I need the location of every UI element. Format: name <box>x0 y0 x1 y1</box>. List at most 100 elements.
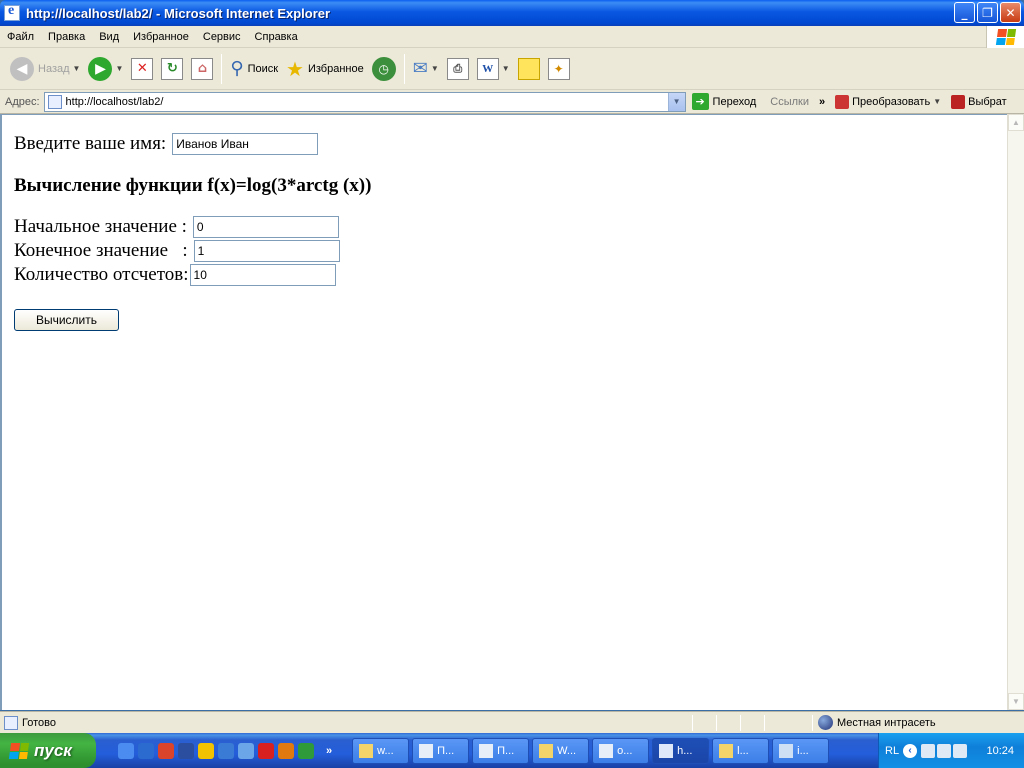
maximize-button[interactable]: ❐ <box>977 2 998 23</box>
favorites-button[interactable]: ★ Избранное <box>282 52 368 86</box>
address-label: Адрес: <box>5 95 40 108</box>
tray-expand-icon[interactable]: ‹ <box>903 743 918 758</box>
language-indicator[interactable]: RL <box>885 745 899 757</box>
firefox-quicklaunch-icon[interactable] <box>278 742 294 759</box>
address-bar: Адрес: http://localhost/lab2/ ▼ ➔ Перехо… <box>0 90 1024 114</box>
toolbar-separator <box>221 53 223 84</box>
start-value-input[interactable]: 0 <box>192 216 339 238</box>
address-dropdown-icon[interactable]: ▼ <box>667 92 685 111</box>
convert-button[interactable]: Преобразовать ▼ <box>835 94 941 109</box>
vertical-scrollbar[interactable]: ▲ ▼ <box>1007 114 1024 710</box>
mail-dropdown-icon[interactable]: ▼ <box>431 64 439 73</box>
printer-tray-icon[interactable] <box>921 743 936 758</box>
back-dropdown-icon[interactable]: ▼ <box>73 64 81 73</box>
menu-help[interactable]: Справка <box>248 31 305 43</box>
name-label: Введите ваше имя: <box>14 133 167 154</box>
messenger-button[interactable]: ✦ <box>544 52 574 86</box>
favorites-label: Избранное <box>307 62 364 75</box>
convert-dropdown-icon[interactable]: ▼ <box>933 97 941 106</box>
search-label: Поиск <box>247 62 279 75</box>
task-button[interactable]: П... <box>412 737 470 764</box>
opera-quicklaunch-icon[interactable] <box>258 742 274 759</box>
minimize-button[interactable]: _ <box>954 2 975 23</box>
quicklaunch-chevron-icon[interactable]: » <box>326 745 332 757</box>
stop-button[interactable]: ✕ <box>127 52 157 86</box>
go-label: Переход <box>712 95 757 108</box>
window-title: http://localhost/lab2/ - Microsoft Inter… <box>26 5 331 21</box>
links-label[interactable]: Ссылки <box>770 96 809 108</box>
star-icon: ★ <box>286 56 304 81</box>
start-label: Начальное значение : <box>14 216 187 237</box>
task-button[interactable]: W... <box>532 737 590 764</box>
network2-tray-icon[interactable] <box>953 743 968 758</box>
status-bar: Готово Местная интрасеть <box>0 711 1024 733</box>
forward-arrow-icon: ▶ <box>88 56 113 81</box>
page-body: Введите ваше имя: Иванов Иван Вычисление… <box>14 133 371 331</box>
app-quicklaunch-icon[interactable] <box>178 742 194 759</box>
name-input[interactable]: Иванов Иван <box>172 133 319 155</box>
note-icon <box>517 57 540 80</box>
window-controls: _ ❐ ✕ <box>954 2 1021 23</box>
security-zone[interactable]: Местная интрасеть <box>818 715 936 730</box>
status-text: Готово <box>22 716 56 729</box>
task-button[interactable]: l... <box>712 737 770 764</box>
menu-file[interactable]: Файл <box>0 31 41 43</box>
window-titlebar[interactable]: http://localhost/lab2/ - Microsoft Inter… <box>0 0 1024 26</box>
go-button[interactable]: ➔ Переход <box>691 93 757 110</box>
forward-dropdown-icon[interactable]: ▼ <box>115 64 123 73</box>
scroll-up-icon[interactable]: ▲ <box>1008 114 1024 131</box>
mail-button[interactable]: ✉ ▼ <box>409 52 443 86</box>
word-icon <box>599 743 614 758</box>
skype-quicklaunch-icon[interactable] <box>238 742 254 759</box>
address-url[interactable]: http://localhost/lab2/ <box>66 96 164 108</box>
back-button[interactable]: ◀ Назад ▼ <box>6 52 84 86</box>
desktop-quicklaunch-icon[interactable] <box>138 742 154 759</box>
task-button[interactable]: i... <box>772 737 830 764</box>
menu-favorites[interactable]: Избранное <box>126 31 196 43</box>
start-button[interactable]: пуск <box>0 733 96 768</box>
clock[interactable]: 10:24 <box>986 745 1014 757</box>
torrent-quicklaunch-icon[interactable] <box>298 742 314 759</box>
menu-view[interactable]: Вид <box>92 31 126 43</box>
media-quicklaunch-icon[interactable] <box>198 742 214 759</box>
edit-dropdown-icon[interactable]: ▼ <box>502 64 510 73</box>
scroll-down-icon[interactable]: ▼ <box>1008 693 1024 710</box>
refresh-button[interactable]: ↻ <box>157 52 187 86</box>
search-icon: ⚲ <box>230 58 244 79</box>
windows-logo-icon <box>986 26 1024 48</box>
go-arrow-icon: ➔ <box>691 93 709 110</box>
address-input[interactable]: http://localhost/lab2/ ▼ <box>43 91 686 112</box>
back-arrow-icon: ◀ <box>10 56 34 81</box>
count-input[interactable]: 10 <box>189 264 336 286</box>
count-label: Количество отсчетов: <box>14 264 189 285</box>
end-value-input[interactable]: 1 <box>193 240 340 262</box>
task-button[interactable]: o... <box>592 737 650 764</box>
home-button[interactable]: ⌂ <box>187 52 217 86</box>
task-button[interactable]: П... <box>472 737 530 764</box>
page-status-icon <box>4 715 18 730</box>
network-tray-icon[interactable] <box>937 743 952 758</box>
search-button[interactable]: ⚲ Поиск <box>226 52 282 86</box>
chrome-quicklaunch-icon[interactable] <box>158 742 174 759</box>
toolbar-separator <box>403 53 405 84</box>
forward-button[interactable]: ▶ ▼ <box>84 52 127 86</box>
discuss-button[interactable] <box>514 52 544 86</box>
task-button-active[interactable]: h... <box>652 737 710 764</box>
ie-quicklaunch-icon[interactable] <box>118 742 134 759</box>
start-row: Начальное значение : 0 <box>14 215 371 239</box>
links-chevron-icon[interactable]: » <box>819 96 825 108</box>
folder-icon <box>719 743 734 758</box>
status-separator <box>716 715 717 731</box>
close-button[interactable]: ✕ <box>1000 2 1021 23</box>
history-button[interactable]: ◷ <box>368 52 400 86</box>
menu-tools[interactable]: Сервис <box>196 31 248 43</box>
edit-button[interactable]: W ▼ <box>473 52 514 86</box>
task-button[interactable]: w... <box>352 737 410 764</box>
menu-edit[interactable]: Правка <box>41 31 92 43</box>
convert-icon <box>835 94 850 109</box>
network-quicklaunch-icon[interactable] <box>218 742 234 759</box>
calculate-button[interactable]: Вычислить <box>14 309 119 331</box>
printer-icon: ⎙ <box>446 57 469 80</box>
select-button[interactable]: Выбрат <box>951 94 1007 109</box>
print-button[interactable]: ⎙ <box>443 52 473 86</box>
